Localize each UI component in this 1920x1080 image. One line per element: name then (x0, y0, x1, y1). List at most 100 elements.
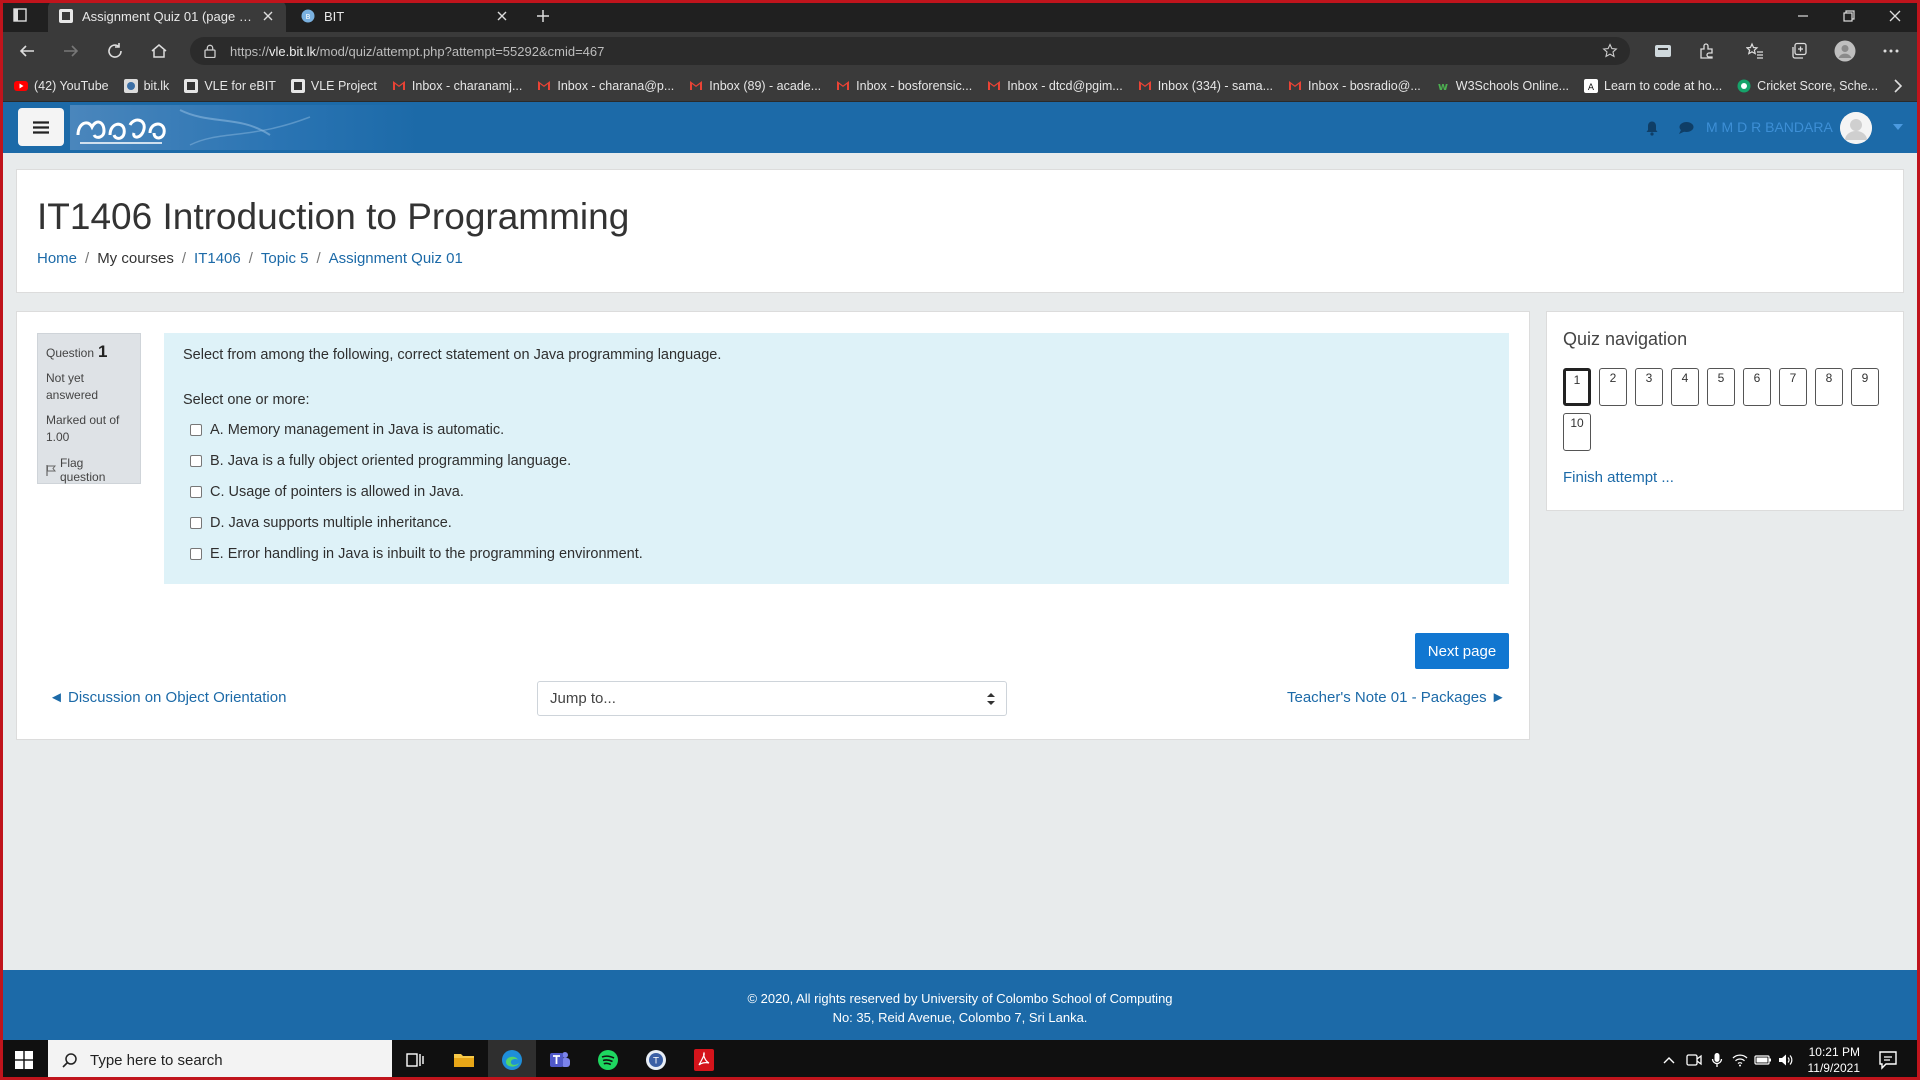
breadcrumb: Home / My courses / IT1406 / Topic 5 / Assignmen… (37, 250, 463, 267)
bookmark-inbox-4[interactable]: Inbox - bosforensic... (836, 79, 972, 93)
bookmark-inbox-6[interactable]: Inbox (334) - sama... (1138, 79, 1273, 93)
acrobat-icon[interactable] (680, 1040, 728, 1080)
option-checkbox[interactable] (190, 423, 202, 436)
svg-text:B: B (306, 13, 311, 21)
answer-option-d[interactable]: D. Java supports multiple inheritance. (190, 507, 1490, 538)
answer-option-b[interactable]: B. Java is a fully object oriented progr… (190, 445, 1490, 476)
add-favorite-icon[interactable] (1602, 43, 1618, 59)
breadcrumb-course[interactable]: IT1406 (194, 250, 241, 267)
finish-attempt-link[interactable]: Finish attempt ... (1563, 469, 1674, 486)
quiz-nav-button-3[interactable]: 3 (1635, 368, 1663, 406)
battery-icon[interactable] (1754, 1051, 1772, 1069)
bookmark-inbox-1[interactable]: Inbox - charanamj... (392, 79, 522, 93)
browser-toolbar: https://vle.bit.lk/mod/quiz/attempt.php?… (0, 32, 1920, 70)
notifications-bell-icon[interactable] (1644, 120, 1660, 136)
site-logo[interactable] (70, 105, 420, 150)
microphone-icon[interactable] (1708, 1051, 1726, 1069)
messages-chat-icon[interactable] (1678, 120, 1694, 136)
taskbar-search-box[interactable]: Type here to search (48, 1040, 392, 1080)
answer-option-a[interactable]: A. Memory management in Java is automati… (190, 414, 1490, 445)
user-name[interactable]: M M D R BANDARA (1706, 119, 1833, 135)
spotify-icon[interactable] (584, 1040, 632, 1080)
profile-avatar-icon[interactable] (1834, 40, 1856, 62)
immersive-reader-icon[interactable] (1652, 40, 1674, 62)
bookmark-bit-lk[interactable]: bit.lk (123, 78, 169, 93)
chevron-down-icon[interactable] (1893, 123, 1903, 131)
bookmark-w3schools[interactable]: w W3Schools Online... (1436, 79, 1569, 93)
option-checkbox[interactable] (190, 454, 202, 467)
volume-icon[interactable] (1777, 1051, 1795, 1069)
back-icon[interactable] (16, 40, 38, 62)
jump-to-select[interactable]: Jump to... (537, 681, 1007, 716)
quiz-nav-button-10[interactable]: 10 (1563, 413, 1591, 451)
breadcrumb-home[interactable]: Home (37, 250, 77, 267)
restore-button[interactable] (1826, 0, 1872, 32)
favorites-icon[interactable] (1744, 40, 1766, 62)
tab-actions-icon[interactable] (12, 7, 28, 23)
bookmark-inbox-3[interactable]: Inbox (89) - acade... (689, 79, 821, 93)
quiz-nav-button-2[interactable]: 2 (1599, 368, 1627, 406)
minimize-button[interactable] (1780, 0, 1826, 32)
extensions-icon[interactable] (1696, 40, 1718, 62)
quiz-nav-button-1[interactable]: 1 (1563, 368, 1591, 406)
reload-icon[interactable] (104, 40, 126, 62)
bookmark-inbox-2[interactable]: Inbox - charana@p... (537, 79, 674, 93)
home-icon[interactable] (148, 40, 170, 62)
show-hidden-icons-icon[interactable] (1660, 1051, 1678, 1069)
close-window-button[interactable] (1872, 0, 1918, 32)
start-button[interactable] (0, 1040, 48, 1080)
bookmark-vle-ebit[interactable]: VLE for eBIT (184, 78, 276, 93)
file-explorer-icon[interactable] (440, 1040, 488, 1080)
tab-assignment-quiz[interactable]: Assignment Quiz 01 (page 1 of 1) (48, 0, 286, 32)
wifi-icon[interactable] (1731, 1051, 1749, 1069)
task-view-icon[interactable] (392, 1040, 440, 1080)
menu-toggle-button[interactable] (18, 108, 64, 146)
bookmark-inbox-7[interactable]: Inbox - bosradio@... (1288, 79, 1421, 93)
bookmark-vle-project[interactable]: VLE Project (290, 78, 377, 93)
quiz-nav-button-6[interactable]: 6 (1743, 368, 1771, 406)
flag-question-link[interactable]: Flag question (46, 456, 132, 484)
meet-now-icon[interactable] (1685, 1051, 1703, 1069)
quiz-navigation-title: Quiz navigation (1563, 329, 1688, 349)
moodle-favicon-icon (58, 8, 74, 24)
tab-bit[interactable]: B BIT (290, 0, 520, 32)
bookmark-inbox-5[interactable]: Inbox - dtcd@pgim... (987, 79, 1123, 93)
clock-date: 11/9/2021 (1807, 1061, 1861, 1075)
bookmark-cricket[interactable]: Cricket Score, Sche... (1737, 79, 1878, 93)
quiz-nav-button-9[interactable]: 9 (1851, 368, 1879, 406)
address-bar[interactable]: https://vle.bit.lk/mod/quiz/attempt.php?… (190, 37, 1630, 65)
settings-more-icon[interactable] (1880, 40, 1902, 62)
breadcrumb-quiz[interactable]: Assignment Quiz 01 (329, 250, 463, 267)
quiz-nav-button-5[interactable]: 5 (1707, 368, 1735, 406)
option-checkbox[interactable] (190, 516, 202, 529)
vle-icon (184, 78, 199, 93)
notification-center-icon[interactable] (1878, 1050, 1898, 1070)
next-page-button[interactable]: Next page (1415, 633, 1509, 669)
close-tab-icon[interactable] (260, 8, 276, 24)
collections-icon[interactable] (1788, 40, 1810, 62)
quiz-nav-button-4[interactable]: 4 (1671, 368, 1699, 406)
quiz-nav-button-8[interactable]: 8 (1815, 368, 1843, 406)
option-checkbox[interactable] (190, 547, 202, 560)
vle-icon (290, 78, 305, 93)
breadcrumb-topic[interactable]: Topic 5 (261, 250, 309, 267)
bit-app-icon[interactable]: T (632, 1040, 680, 1080)
next-activity-link[interactable]: Teacher's Note 01 - Packages ► (1287, 689, 1506, 706)
forward-icon[interactable] (60, 40, 82, 62)
new-tab-button[interactable] (533, 6, 553, 26)
edge-browser-icon[interactable] (488, 1040, 536, 1080)
lock-icon[interactable] (202, 43, 218, 59)
bookmark-youtube[interactable]: (42) YouTube (14, 79, 109, 93)
question-status: Not yet answered (46, 371, 99, 402)
user-avatar[interactable] (1840, 112, 1872, 144)
answer-option-c[interactable]: C. Usage of pointers is allowed in Java. (190, 476, 1490, 507)
taskbar-clock[interactable]: 10:21 PM 11/9/2021 (1800, 1044, 1861, 1076)
answer-option-e[interactable]: E. Error handling in Java is inbuilt to … (190, 538, 1490, 569)
chevron-right-icon[interactable] (1890, 78, 1906, 94)
teams-icon[interactable] (536, 1040, 584, 1080)
previous-activity-link[interactable]: ◄ Discussion on Object Orientation (49, 689, 286, 706)
bookmark-codecademy[interactable]: A Learn to code at ho... (1584, 78, 1722, 93)
quiz-nav-button-7[interactable]: 7 (1779, 368, 1807, 406)
close-tab-icon[interactable] (494, 8, 510, 24)
option-checkbox[interactable] (190, 485, 202, 498)
